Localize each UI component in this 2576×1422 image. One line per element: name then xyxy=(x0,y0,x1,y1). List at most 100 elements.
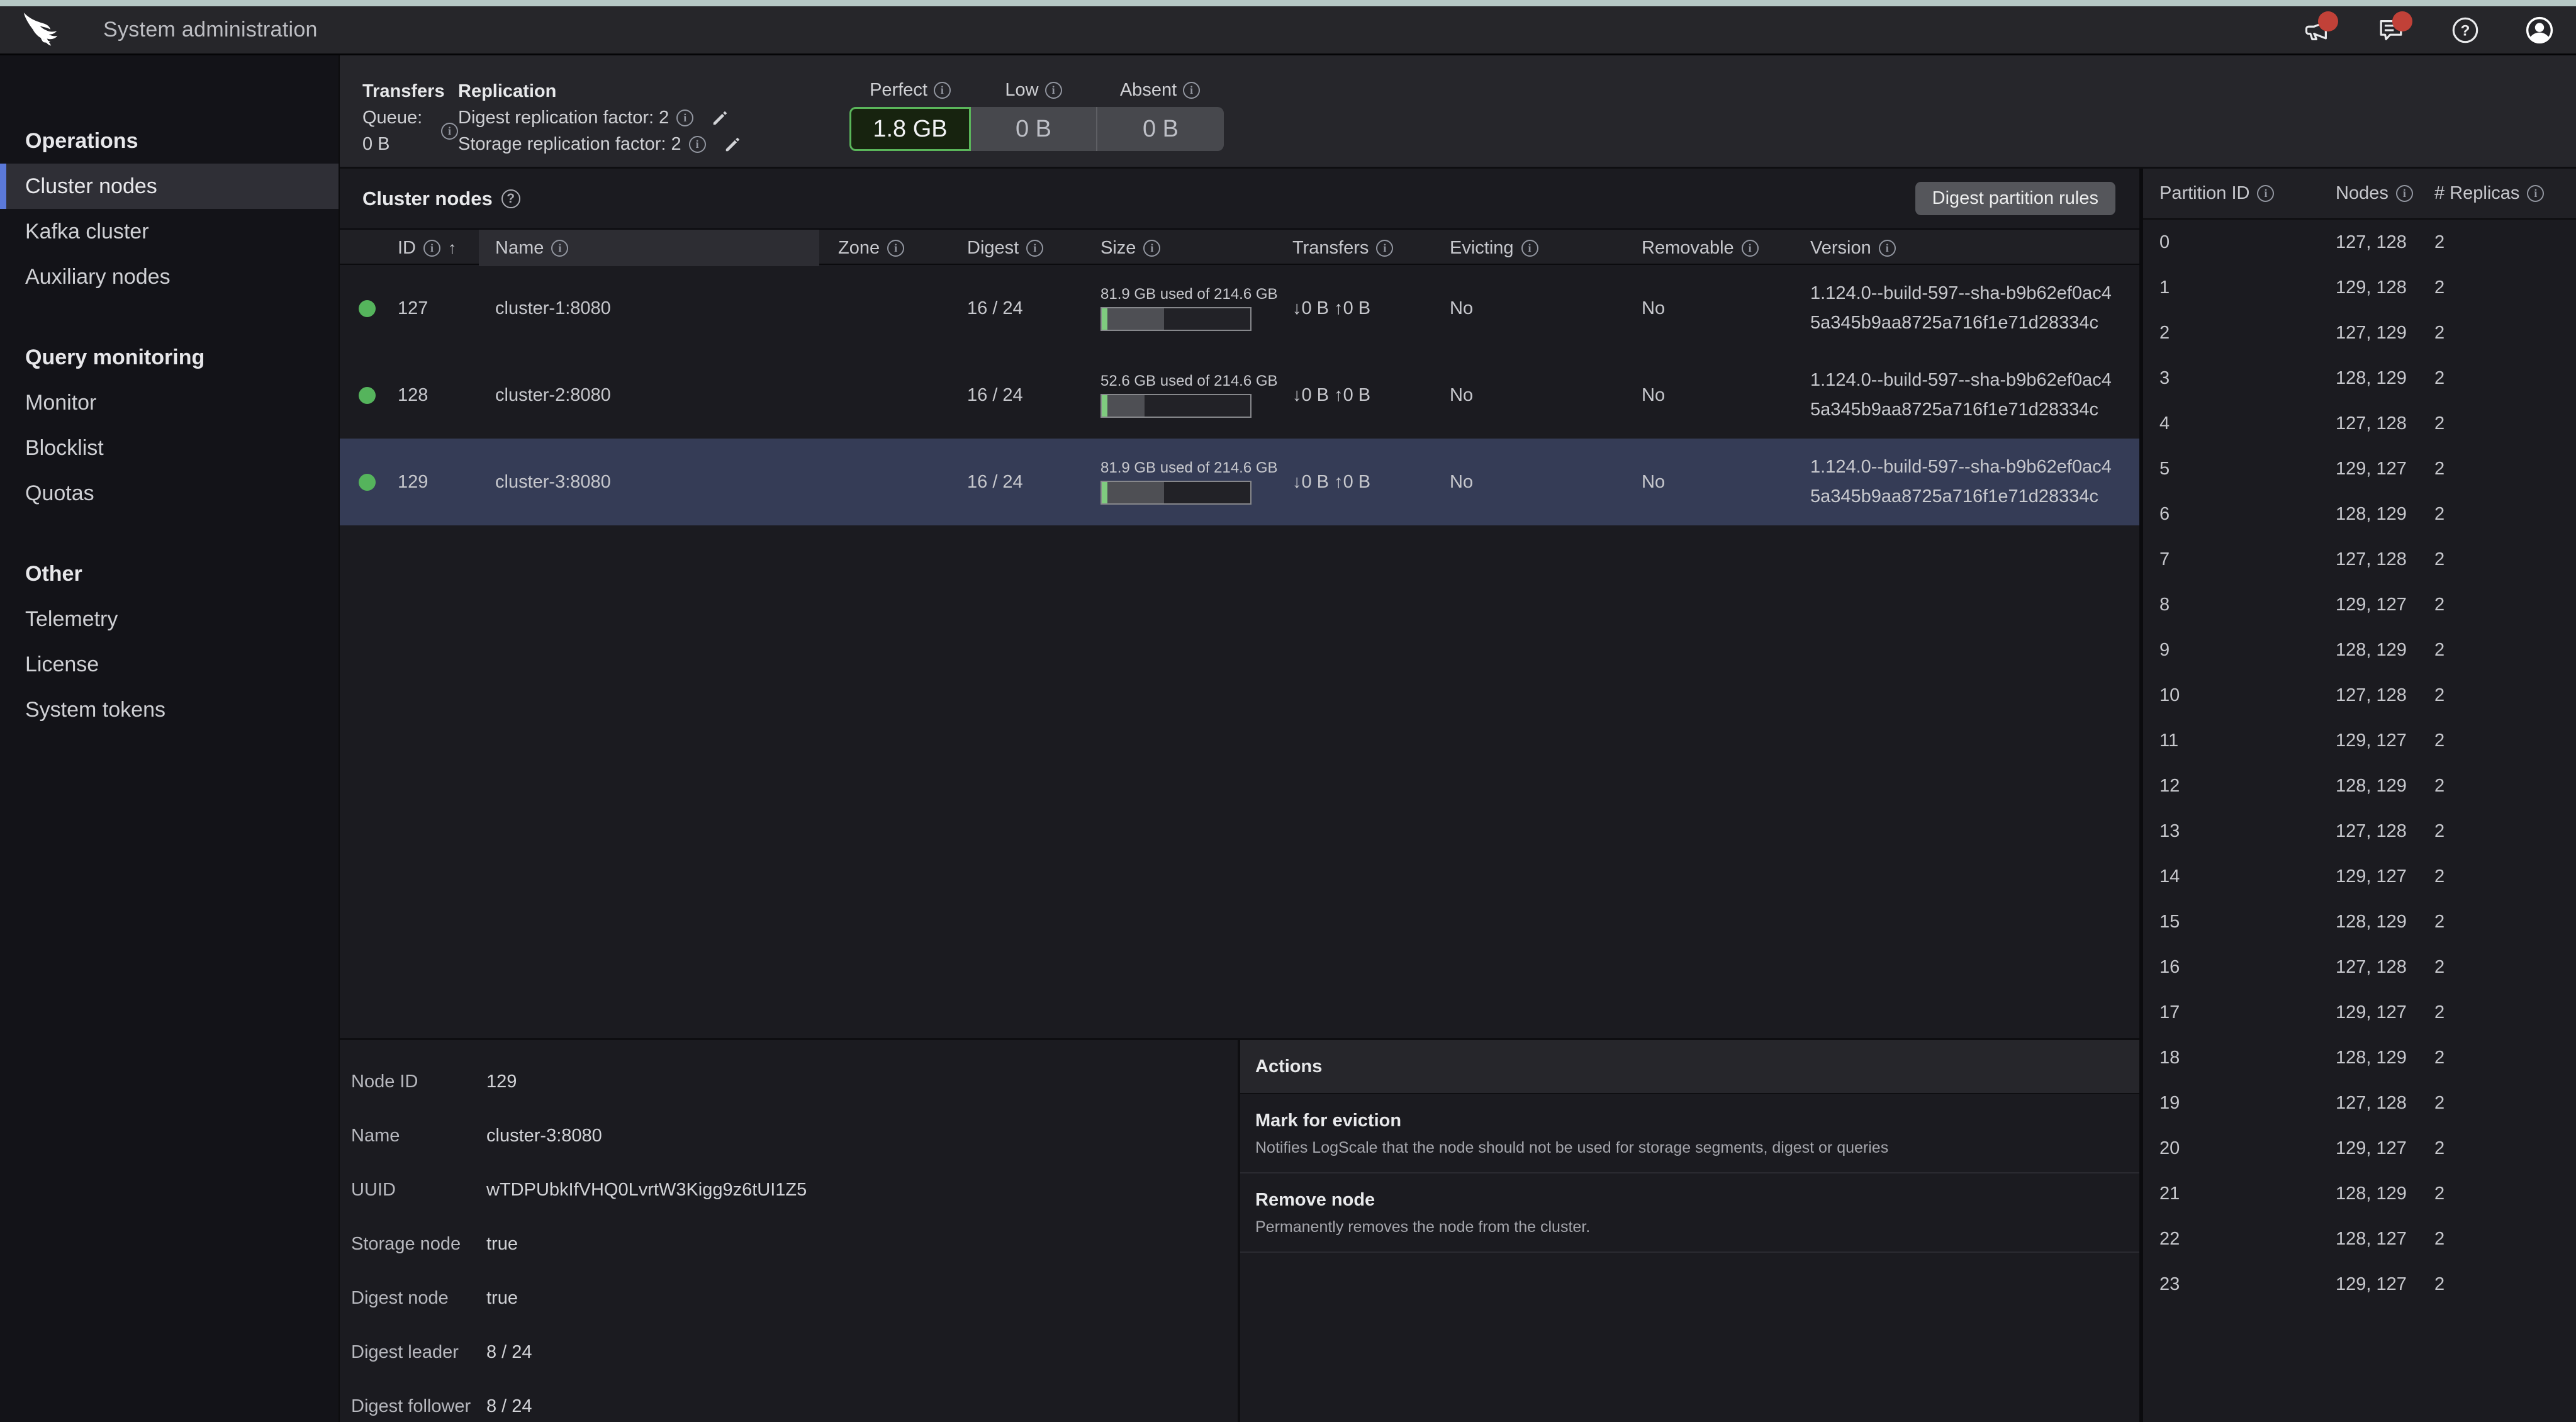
node-evicting: No xyxy=(1450,298,1642,319)
column-header-evicting[interactable]: Evicting i xyxy=(1450,238,1642,259)
node-digest: 16 / 24 xyxy=(967,472,1100,493)
column-header-partition-id[interactable]: Partition ID i xyxy=(2159,183,2336,204)
column-header-size[interactable]: Size i xyxy=(1100,238,1292,259)
column-header-nodes[interactable]: Nodes i xyxy=(2336,183,2434,204)
action-title[interactable]: Remove node xyxy=(1255,1190,2124,1211)
cluster-node-row[interactable]: 129 cluster-3:8080 16 / 24 81.9 GB used … xyxy=(340,439,2139,525)
disk-usage-label: 52.6 GB used of 214.6 GB xyxy=(1100,372,1267,390)
node-removable: No xyxy=(1642,298,1810,319)
partition-nodes: 127, 129 xyxy=(2336,323,2434,344)
partition-id: 12 xyxy=(2159,776,2336,797)
info-icon[interactable]: i xyxy=(1026,240,1043,257)
low-value-badge[interactable]: 0 B xyxy=(971,107,1096,151)
partition-replicas: 2 xyxy=(2434,866,2576,887)
partition-id: 1 xyxy=(2159,277,2336,298)
disk-usage-bar-fill xyxy=(1107,482,1164,503)
info-icon[interactable]: i xyxy=(1521,240,1538,257)
partition-replicas: 2 xyxy=(2434,685,2576,706)
sidebar-item[interactable]: Telemetry xyxy=(0,596,339,642)
sidebar-item-label: Blocklist xyxy=(25,436,104,461)
column-header-name[interactable]: Name i xyxy=(479,230,819,266)
info-icon[interactable]: i xyxy=(689,136,706,153)
partition-row: 5 129, 127 2 xyxy=(2143,446,2576,491)
info-icon[interactable]: i xyxy=(1376,240,1393,257)
sidebar-item[interactable]: Quotas xyxy=(0,471,339,516)
edit-digest-replication-button[interactable] xyxy=(711,108,730,127)
sidebar-item[interactable]: System tokens xyxy=(0,687,339,732)
sidebar-item-label: Kafka cluster xyxy=(25,220,149,244)
info-icon[interactable]: i xyxy=(551,240,568,257)
absent-value-badge[interactable]: 0 B xyxy=(1096,107,1224,151)
info-icon[interactable]: i xyxy=(1742,240,1759,257)
column-header-digest[interactable]: Digest i xyxy=(967,238,1100,259)
column-header-version[interactable]: Version i xyxy=(1810,238,2139,259)
partition-row: 21 128, 129 2 xyxy=(2143,1171,2576,1216)
info-icon[interactable]: i xyxy=(934,82,951,99)
partition-id: 17 xyxy=(2159,1002,2336,1023)
svg-text:?: ? xyxy=(2461,22,2470,39)
partition-replicas: 2 xyxy=(2434,776,2576,797)
node-status-online-icon xyxy=(359,300,376,317)
cluster-node-row[interactable]: 127 cluster-1:8080 16 / 24 81.9 GB used … xyxy=(340,265,2139,352)
info-icon[interactable]: i xyxy=(1045,82,1062,99)
node-detail-label: Digest follower xyxy=(351,1396,486,1417)
info-icon[interactable]: i xyxy=(676,109,693,126)
partition-id: 3 xyxy=(2159,368,2336,389)
info-icon[interactable]: i xyxy=(887,240,904,257)
sidebar-item[interactable]: License xyxy=(0,642,339,687)
partition-row: 17 129, 127 2 xyxy=(2143,990,2576,1035)
action-title[interactable]: Mark for eviction xyxy=(1255,1111,2124,1131)
sidebar-item[interactable]: Blocklist xyxy=(0,425,339,471)
help-circle-icon[interactable]: ? xyxy=(501,189,520,208)
partition-id: 18 xyxy=(2159,1048,2336,1068)
info-icon[interactable]: i xyxy=(1879,240,1896,257)
info-icon[interactable]: i xyxy=(441,123,458,140)
announcements-button[interactable] xyxy=(2300,14,2333,47)
info-icon[interactable]: i xyxy=(2527,185,2544,202)
digest-partition-rules-button[interactable]: Digest partition rules xyxy=(1915,182,2115,215)
column-header-replicas[interactable]: # Replicas i xyxy=(2434,183,2576,204)
partition-replicas: 2 xyxy=(2434,1002,2576,1023)
cluster-node-row[interactable]: 128 cluster-2:8080 16 / 24 52.6 GB used … xyxy=(340,352,2139,439)
partition-replicas: 2 xyxy=(2434,1048,2576,1068)
action-item[interactable]: Mark for eviction Notifies LogScale that… xyxy=(1240,1094,2139,1173)
sidebar-item[interactable]: Auxiliary nodes xyxy=(0,254,339,300)
replication-summary: Replication Digest replication factor: 2… xyxy=(458,55,742,167)
node-size: 81.9 GB used of 214.6 GB xyxy=(1100,286,1292,331)
sidebar-item[interactable]: Cluster nodes xyxy=(0,164,339,209)
action-item[interactable]: Remove node Permanently removes the node… xyxy=(1240,1173,2139,1253)
sidebar-section-title: Other xyxy=(0,551,339,596)
partition-row: 0 127, 128 2 xyxy=(2143,220,2576,265)
messages-button[interactable] xyxy=(2375,14,2407,47)
partition-id: 10 xyxy=(2159,685,2336,706)
column-header-transfers[interactable]: Transfers i xyxy=(1292,238,1450,259)
sidebar-item[interactable]: Monitor xyxy=(0,380,339,425)
partition-id: 14 xyxy=(2159,866,2336,887)
sidebar-item[interactable]: Kafka cluster xyxy=(0,209,339,254)
info-icon[interactable]: i xyxy=(2257,185,2274,202)
partition-row: 12 128, 129 2 xyxy=(2143,763,2576,809)
info-icon[interactable]: i xyxy=(423,240,440,257)
edit-storage-replication-button[interactable] xyxy=(724,135,742,154)
user-menu-button[interactable] xyxy=(2523,14,2556,47)
partition-replicas: 2 xyxy=(2434,731,2576,751)
info-icon[interactable]: i xyxy=(1143,240,1160,257)
disk-usage-bar-fill xyxy=(1107,308,1164,330)
action-description: Permanently removes the node from the cl… xyxy=(1255,1218,2124,1236)
help-button[interactable]: ? xyxy=(2449,14,2482,47)
sidebar-section-title: Query monitoring xyxy=(0,335,339,380)
info-icon[interactable]: i xyxy=(1183,82,1200,99)
column-header-removable[interactable]: Removable i xyxy=(1642,238,1810,259)
partition-row: 14 129, 127 2 xyxy=(2143,854,2576,899)
info-icon[interactable]: i xyxy=(2396,185,2413,202)
perfect-value-badge[interactable]: 1.8 GB xyxy=(849,107,971,151)
action-description: Notifies LogScale that the node should n… xyxy=(1255,1139,2124,1157)
partition-nodes: 128, 129 xyxy=(2336,1048,2434,1068)
sidebar: Operations Cluster nodes Kafka cluster A… xyxy=(0,55,340,1422)
partition-id: 6 xyxy=(2159,504,2336,525)
node-version: 1.124.0--build-597--sha-b9b62ef0ac45a345… xyxy=(1810,452,2139,512)
sidebar-item-label: Monitor xyxy=(25,391,96,415)
partition-row: 19 127, 128 2 xyxy=(2143,1080,2576,1126)
column-header-zone[interactable]: Zone i xyxy=(838,238,967,259)
partition-row: 8 129, 127 2 xyxy=(2143,582,2576,627)
